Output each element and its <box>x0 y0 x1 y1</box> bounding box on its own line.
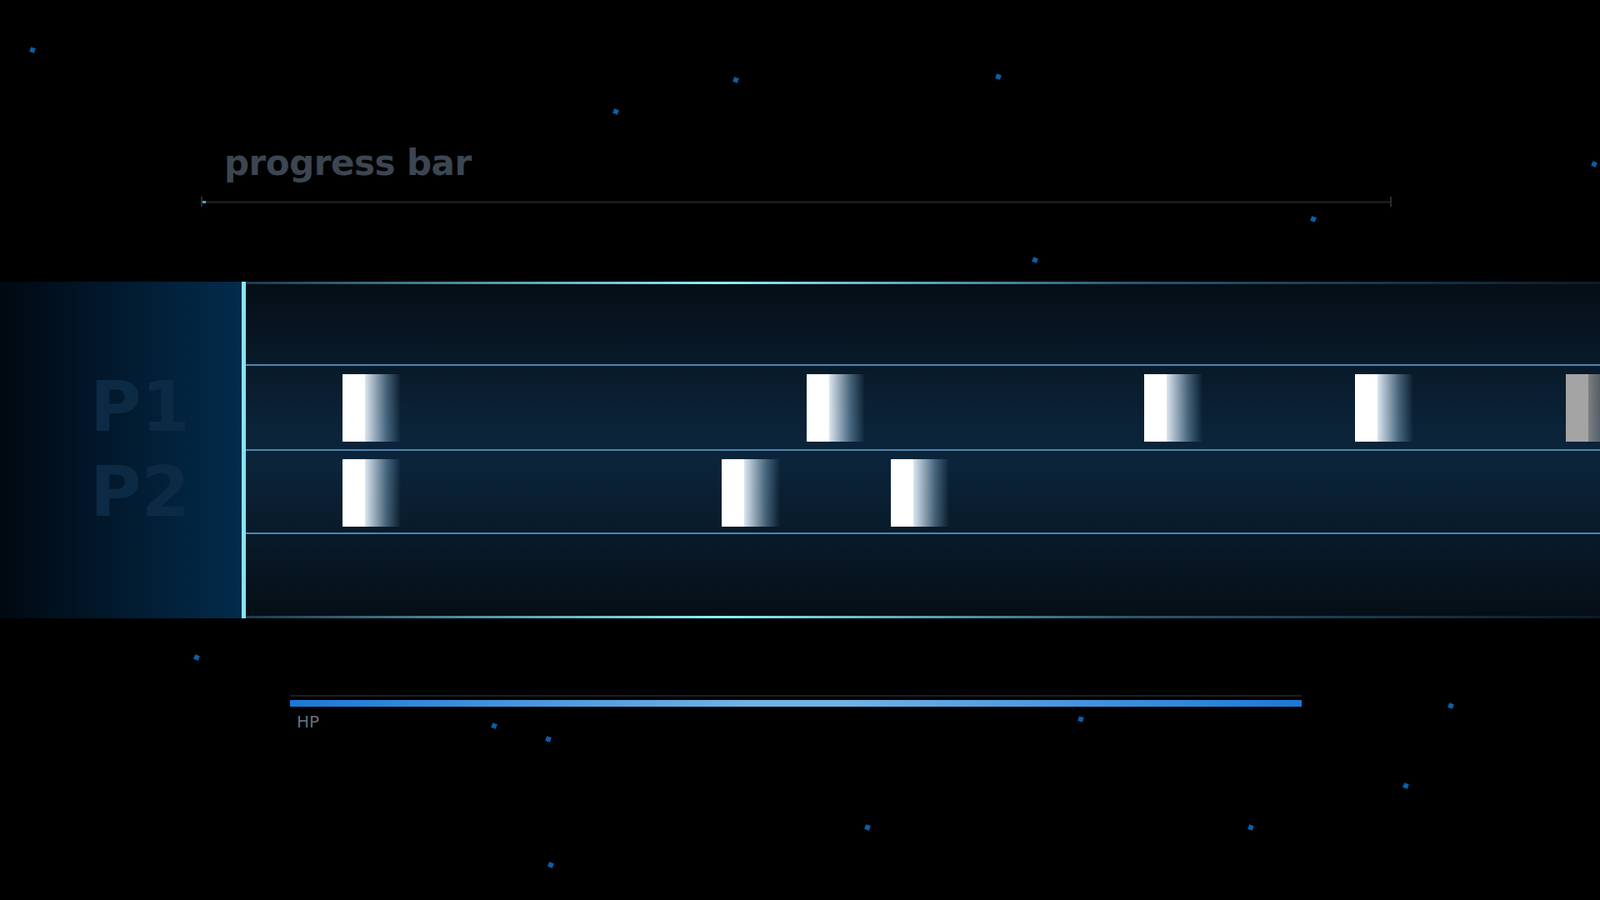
note-lane <box>245 364 1600 450</box>
particle <box>29 46 36 54</box>
hp-fill <box>290 700 1302 707</box>
note-head <box>1144 374 1167 442</box>
note <box>342 459 401 527</box>
progress-fill <box>202 200 206 204</box>
particle <box>545 735 552 743</box>
progress-track <box>200 196 1392 207</box>
note <box>890 459 950 527</box>
particle <box>1077 715 1085 723</box>
note <box>1355 374 1414 442</box>
note <box>806 374 865 442</box>
particle <box>490 722 498 730</box>
particle <box>995 73 1002 80</box>
note <box>721 459 780 527</box>
note-highway <box>245 281 1600 619</box>
particle <box>612 108 620 115</box>
note-head <box>890 459 914 527</box>
note-head <box>1355 374 1378 442</box>
progress-line <box>202 200 1390 204</box>
player-row: P1 <box>0 364 242 450</box>
hp-track <box>290 695 1302 707</box>
progress-label: progress bar <box>224 143 1600 184</box>
note-head <box>721 459 745 527</box>
play-field: P1P2 <box>0 281 1600 619</box>
particle <box>1247 824 1255 831</box>
note-trail <box>1377 374 1414 442</box>
note-trail <box>829 374 865 442</box>
player-row: P2 <box>0 449 242 535</box>
note-trail <box>365 374 401 442</box>
note-head <box>342 459 365 527</box>
note-trail <box>744 459 780 527</box>
note-trail <box>1588 374 1600 442</box>
particle <box>732 76 740 84</box>
note-head <box>1565 374 1589 442</box>
progress-section: progress bar <box>0 0 1600 282</box>
particle <box>1447 702 1455 710</box>
hp-section: HP <box>0 618 1600 732</box>
note-lane <box>245 449 1600 535</box>
note-trail <box>1166 374 1203 442</box>
player-panel: P1P2 <box>0 281 246 619</box>
game-screen: progress bar P1P2 HP <box>0 0 1600 900</box>
particle <box>1590 160 1598 168</box>
player-label: P1 <box>90 371 190 442</box>
particle <box>193 654 200 661</box>
note-trail <box>365 459 401 527</box>
note <box>1565 374 1600 442</box>
particle <box>1310 215 1317 223</box>
particle <box>1031 256 1039 264</box>
particle <box>864 824 871 831</box>
note <box>1144 374 1203 442</box>
note-head <box>806 374 830 442</box>
note-trail <box>913 459 950 527</box>
note-head <box>342 374 365 442</box>
hp-label: HP <box>296 711 1600 732</box>
note <box>342 374 401 442</box>
particle <box>1402 782 1410 790</box>
player-label: P2 <box>90 456 190 527</box>
particle <box>547 861 555 869</box>
